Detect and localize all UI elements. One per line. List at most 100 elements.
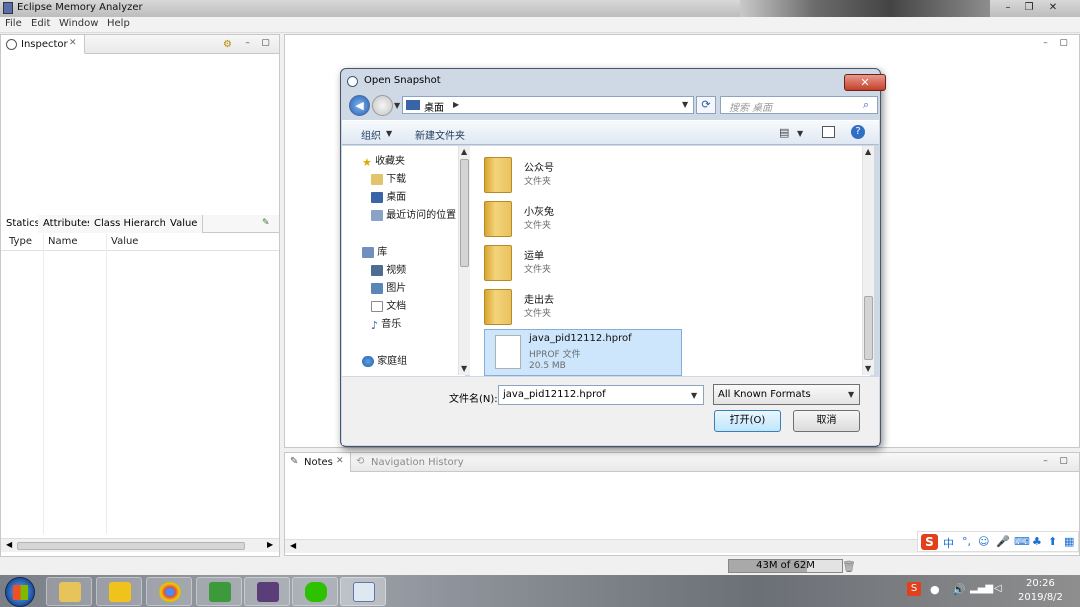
list-item[interactable]: 运单 文件夹: [480, 242, 730, 285]
history-dropdown-icon[interactable]: ▼: [394, 101, 400, 110]
clock-time[interactable]: 20:26: [1026, 578, 1055, 589]
help-icon[interactable]: ?: [851, 125, 865, 139]
taskbar-wechat[interactable]: [292, 577, 338, 606]
maximize-view-icon[interactable]: ▢: [1059, 457, 1068, 466]
organize-menu[interactable]: 组织: [361, 127, 381, 142]
minimize-view-icon[interactable]: –: [1041, 39, 1050, 48]
search-icon[interactable]: ⌕: [863, 98, 869, 112]
trash-icon[interactable]: 🗑: [842, 560, 856, 573]
scroll-thumb[interactable]: [17, 542, 245, 550]
menu-file[interactable]: File: [5, 18, 22, 29]
minimize-view-icon[interactable]: –: [243, 39, 252, 48]
taskbar-chrome[interactable]: [146, 577, 192, 606]
minimize-view-icon[interactable]: –: [1041, 457, 1050, 466]
pin-icon[interactable]: ⚙: [223, 39, 232, 50]
tray-arrow-icon[interactable]: ◁: [994, 583, 1002, 594]
search-input[interactable]: 搜索 桌面 ⌕: [720, 96, 878, 114]
scroll-up-icon[interactable]: ▲: [461, 147, 467, 156]
breadcrumb-chevron-icon[interactable]: ▶: [453, 100, 459, 109]
taskbar-memory-analyzer[interactable]: [340, 577, 386, 606]
column-type[interactable]: Type: [9, 236, 32, 247]
nav-homegroup[interactable]: 家庭组: [362, 352, 407, 369]
back-arrow-icon[interactable]: ◀: [349, 95, 370, 116]
toolbox-icon[interactable]: ▦: [1064, 535, 1074, 548]
list-item[interactable]: 小灰兔 文件夹: [480, 198, 730, 241]
scroll-up-icon[interactable]: ▲: [865, 147, 871, 156]
chevron-down-icon[interactable]: ▼: [691, 391, 697, 400]
maximize-view-icon[interactable]: ▢: [261, 39, 270, 48]
network-icon[interactable]: ▂▄▆: [970, 583, 993, 594]
menu-edit[interactable]: Edit: [31, 18, 50, 29]
taskbar-explorer[interactable]: [46, 577, 92, 606]
nav-music[interactable]: ♪ 音乐: [371, 315, 401, 332]
minimize-icon[interactable]: –: [998, 1, 1018, 15]
tab-value[interactable]: Value: [165, 215, 204, 233]
view-options-icon[interactable]: ▤: [779, 126, 789, 139]
navigation-scrollbar[interactable]: ▲ ▼: [458, 146, 470, 375]
nav-downloads[interactable]: 下载: [371, 170, 406, 187]
tab-notes[interactable]: ✎ Notes ✕: [285, 453, 351, 472]
close-tab-icon[interactable]: ✕: [336, 456, 344, 466]
sogou-icon[interactable]: S: [921, 534, 938, 550]
scroll-left-icon[interactable]: ◀: [6, 540, 12, 549]
user-icon[interactable]: ♣: [1032, 535, 1042, 548]
filename-field[interactable]: java_pid12112.hprof ▼: [498, 385, 704, 405]
nav-desktop[interactable]: 桌面: [371, 188, 406, 205]
punctuation-icon[interactable]: °,: [962, 535, 971, 548]
ime-language[interactable]: 中: [943, 535, 954, 551]
preview-pane-icon[interactable]: [822, 126, 835, 138]
list-item[interactable]: 走出去 文件夹: [480, 286, 730, 329]
nav-videos[interactable]: 视频: [371, 261, 406, 278]
chevron-down-icon[interactable]: ▼: [386, 129, 392, 138]
volume-icon[interactable]: 🔊: [952, 583, 966, 596]
tray-wechat-icon[interactable]: ●: [930, 583, 940, 596]
close-icon[interactable]: ✕: [1043, 1, 1063, 15]
scroll-down-icon[interactable]: ▼: [461, 364, 467, 373]
nav-favorites[interactable]: ★ 收藏夹: [362, 152, 405, 169]
menu-help[interactable]: Help: [107, 18, 130, 29]
new-folder-button[interactable]: 新建文件夹: [415, 127, 465, 142]
dialog-close-button[interactable]: ✕: [844, 74, 886, 91]
close-tab-icon[interactable]: ✕: [69, 38, 77, 48]
chevron-down-icon[interactable]: ▼: [848, 390, 854, 399]
column-name[interactable]: Name: [48, 236, 78, 247]
scroll-down-icon[interactable]: ▼: [865, 364, 871, 373]
taskbar-mat[interactable]: [244, 577, 290, 606]
taskbar-monitor[interactable]: [196, 577, 242, 606]
clock-date[interactable]: 2019/8/2: [1018, 592, 1063, 603]
file-list-scrollbar[interactable]: ▲ ▼: [862, 146, 874, 375]
nav-recent-places[interactable]: 最近访问的位置: [371, 206, 456, 223]
list-item-selected[interactable]: java_pid12112.hprof HPROF 文件 20.5 MB: [484, 329, 682, 376]
nav-documents[interactable]: 文档: [371, 297, 406, 314]
start-button[interactable]: [5, 577, 35, 607]
keyboard-icon[interactable]: ⌨: [1014, 535, 1030, 548]
scroll-left-icon[interactable]: ◀: [290, 541, 296, 550]
tab-navigation-history[interactable]: Navigation History: [371, 457, 464, 468]
inspector-hscrollbar[interactable]: ◀ ▶: [1, 538, 279, 552]
microphone-icon[interactable]: 🎤: [996, 535, 1010, 548]
heap-status[interactable]: 43M of 62M: [728, 559, 843, 573]
tab-inspector[interactable]: Inspector ✕: [1, 35, 85, 54]
forward-arrow-icon[interactable]: [372, 95, 393, 116]
format-select[interactable]: All Known Formats ▼: [713, 384, 860, 405]
list-item[interactable]: 公众号 文件夹: [480, 154, 730, 197]
scroll-thumb[interactable]: [864, 296, 873, 360]
restore-icon[interactable]: ❐: [1019, 1, 1039, 15]
tray-sogou-icon[interactable]: S: [907, 582, 921, 596]
chevron-down-icon[interactable]: ▼: [797, 129, 803, 138]
open-button[interactable]: 打开(O): [714, 410, 781, 432]
nav-pictures[interactable]: 图片: [371, 279, 406, 296]
menu-window[interactable]: Window: [59, 18, 98, 29]
refresh-icon[interactable]: ⟳: [696, 96, 716, 114]
skin-icon[interactable]: ⬆: [1048, 535, 1057, 548]
column-value[interactable]: Value: [111, 236, 138, 247]
emoji-icon[interactable]: ☺: [978, 535, 989, 548]
scroll-thumb[interactable]: [460, 159, 469, 267]
location-dropdown-icon[interactable]: ▼: [682, 100, 688, 109]
taskbar-sogou[interactable]: [96, 577, 142, 606]
location-box[interactable]: 桌面 ▶ ▼: [402, 96, 694, 114]
cancel-button[interactable]: 取消: [793, 410, 860, 432]
maximize-view-icon[interactable]: ▢: [1059, 39, 1068, 48]
scroll-right-icon[interactable]: ▶: [267, 540, 273, 549]
pin-icon[interactable]: ✎: [262, 218, 270, 228]
